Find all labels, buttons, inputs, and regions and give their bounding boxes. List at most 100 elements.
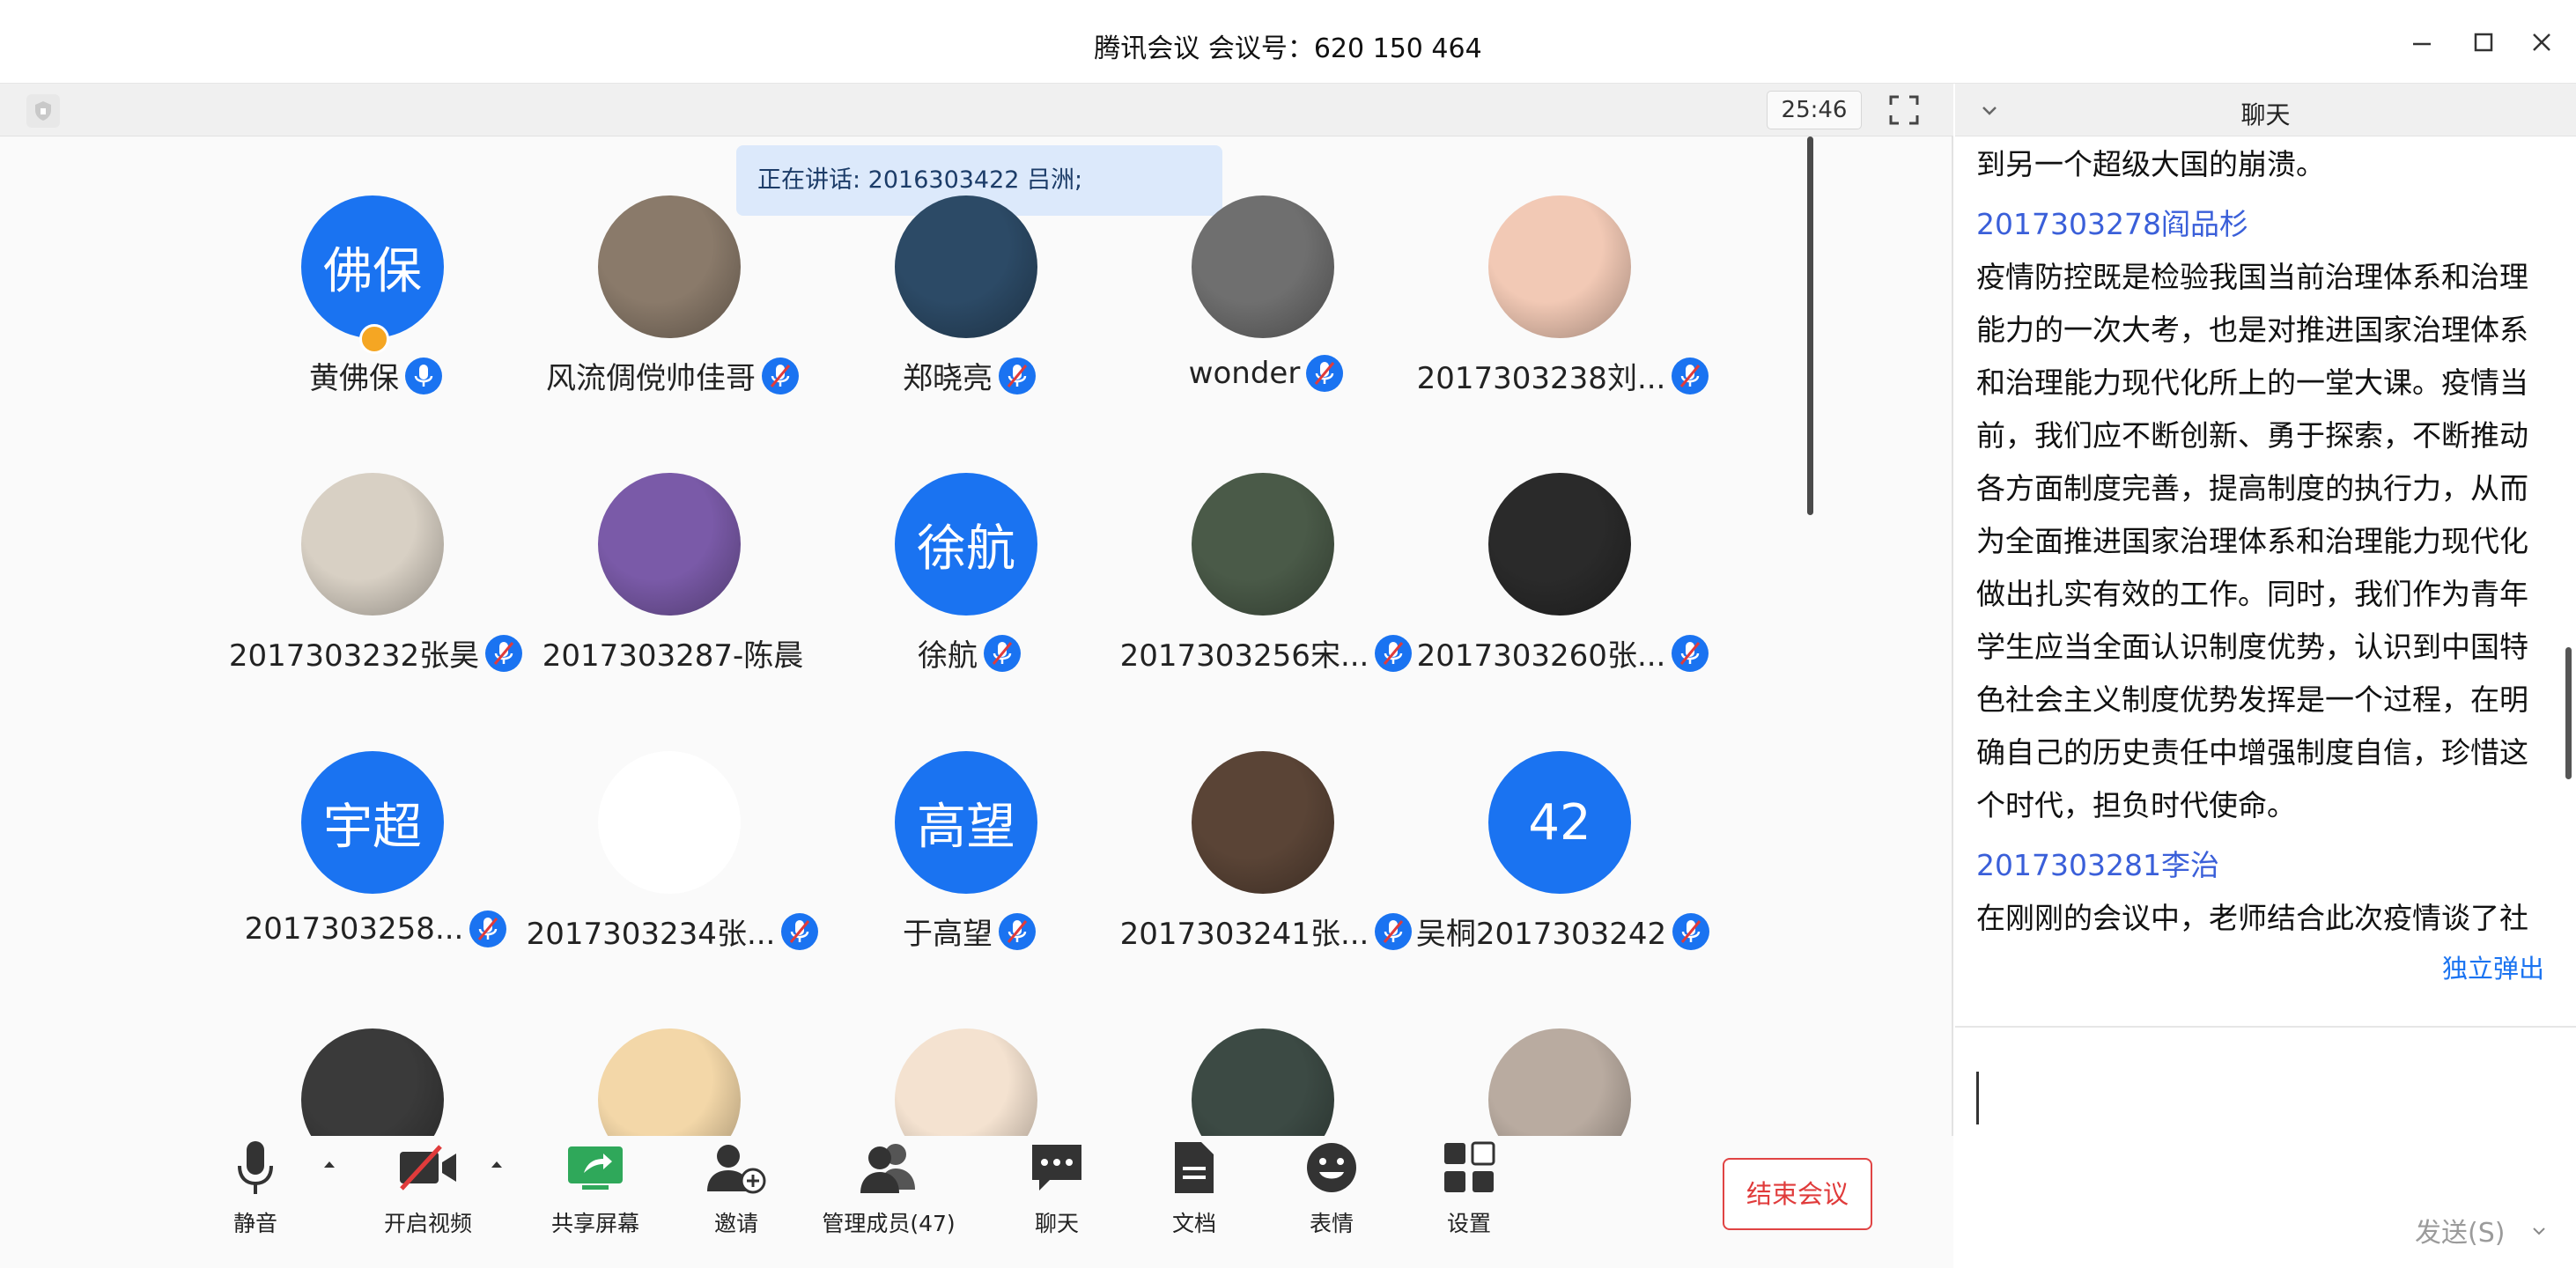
- participant-name-row: 吴桐2017303242: [1414, 910, 1712, 953]
- participant-name: 郑晓亮: [903, 361, 993, 396]
- participant-name: 2017303287-陈晨: [542, 638, 804, 674]
- security-shield-button[interactable]: [26, 94, 60, 128]
- chat-message-text: 和治理能力现代化所上的一堂大课。疫情当: [1976, 365, 2528, 400]
- participant-tile[interactable]: 2017303287-陈晨: [524, 473, 822, 737]
- mic-muted-icon: [1375, 634, 1413, 672]
- participant-tile[interactable]: 2017303234张...: [524, 751, 822, 1015]
- chat-header: 聊天: [1955, 84, 2576, 136]
- minimize-button[interactable]: [2395, 19, 2448, 65]
- manage-members-button[interactable]: 管理成员(47): [822, 1136, 956, 1238]
- participant-avatar: [598, 751, 741, 894]
- mic-muted-icon: [1672, 634, 1709, 672]
- participant-avatar: [1488, 473, 1631, 616]
- end-meeting-button[interactable]: 结束会议: [1723, 1158, 1872, 1230]
- members-icon: [860, 1144, 915, 1193]
- participant-name: 风流倜傥帅佳哥: [546, 361, 756, 396]
- participant-tile[interactable]: 42 吴桐2017303242: [1414, 751, 1712, 1015]
- participant-name-row: 2017303232张昊: [227, 631, 525, 675]
- participant-name: 于高望: [903, 917, 993, 952]
- settings-grid-icon: [1444, 1141, 1495, 1192]
- mic-muted-icon: [999, 912, 1036, 950]
- mic-muted-icon: [485, 634, 523, 672]
- chat-scrollbar[interactable]: [2565, 647, 2572, 779]
- participant-avatar: 佛保: [301, 195, 444, 338]
- avatar-initials: 宇超: [323, 798, 422, 856]
- participant-tile[interactable]: 2017303260张...: [1414, 473, 1712, 737]
- participant-tile[interactable]: 高望 于高望: [821, 751, 1118, 1015]
- participant-name-row: wonder: [1118, 354, 1415, 393]
- mic-muted-icon: [1672, 357, 1709, 394]
- mute-button[interactable]: 静音: [224, 1136, 287, 1238]
- participant-tile[interactable]: 郑晓亮: [821, 195, 1118, 460]
- participant-name-row: 2017303258...: [227, 910, 525, 948]
- participant-tile[interactable]: 徐航 徐航: [821, 473, 1118, 737]
- avatar-initials: 徐航: [917, 520, 1015, 578]
- chat-message-text: 各方面制度完善，提高制度的执行力，从而: [1976, 471, 2528, 505]
- chat-sender-name[interactable]: 2017303281李治: [1976, 839, 2549, 892]
- chat-sender-name[interactable]: 2017303278阎品杉: [1976, 198, 2549, 251]
- send-button[interactable]: 发送(S): [2415, 1211, 2505, 1250]
- participant-tile[interactable]: 2017303241张...: [1118, 751, 1415, 1015]
- video-options-caret-icon[interactable]: [486, 1154, 507, 1175]
- fullscreen-icon: [1889, 95, 1919, 125]
- participant-name-row: 徐航: [821, 631, 1118, 675]
- mute-options-caret-icon[interactable]: [319, 1154, 340, 1175]
- participant-tile[interactable]: 佛保黄佛保: [227, 195, 525, 460]
- mic-muted-icon: [1306, 355, 1344, 392]
- chat-divider: [1955, 1026, 2576, 1028]
- video-area: 25:46 正在讲话: 2016303422 吕洲; 佛保 黄佛保 风流倜傥帅佳哥郑…: [0, 84, 1953, 1268]
- share-screen-button[interactable]: 共享屏幕: [543, 1136, 648, 1238]
- chat-button[interactable]: 聊天: [1025, 1136, 1089, 1238]
- popout-chat-link[interactable]: 独立弹出: [2442, 948, 2544, 985]
- participant-name: wonder: [1188, 356, 1301, 391]
- grid-scrollbar[interactable]: [1807, 136, 1813, 515]
- microphone-icon: [238, 1141, 273, 1194]
- participant-tile[interactable]: 2017303256宋...: [1118, 473, 1415, 737]
- close-icon: [2533, 33, 2550, 51]
- participant-name-row: 风流倜傥帅佳哥: [524, 354, 822, 397]
- fullscreen-button[interactable]: [1883, 89, 1925, 131]
- mic-muted-icon: [762, 357, 799, 394]
- participant-tile[interactable]: 风流倜傥帅佳哥: [524, 195, 822, 460]
- participant-avatar: 宇超: [301, 751, 444, 894]
- title-bar: 腾讯会议 会议号：620 150 464: [0, 0, 2576, 84]
- participant-avatar: [1192, 473, 1334, 616]
- participant-name: 黄佛保: [309, 361, 399, 396]
- mic-on-icon: [405, 357, 442, 394]
- settings-label: 设置: [1446, 1211, 1491, 1236]
- chat-message-text: 个时代，担负时代使命。: [1976, 788, 2296, 822]
- participant-name-row: 于高望: [821, 910, 1118, 953]
- participant-tile[interactable]: 2017303238刘...: [1414, 195, 1712, 460]
- participant-avatar: 42: [1488, 751, 1631, 894]
- participant-tile[interactable]: 宇超 2017303258...: [227, 751, 525, 1015]
- invite-button[interactable]: 邀请: [705, 1136, 768, 1238]
- settings-button[interactable]: 设置: [1437, 1136, 1501, 1238]
- participant-avatar: [1192, 195, 1334, 338]
- maximize-button[interactable]: [2457, 19, 2510, 65]
- mic-muted-icon: [469, 910, 507, 947]
- participant-avatar: [598, 195, 741, 338]
- participant-name-row: 2017303287-陈晨: [524, 631, 822, 675]
- start-video-button[interactable]: 开启视频: [366, 1136, 490, 1238]
- mic-muted-icon: [999, 357, 1036, 394]
- share-screen-label: 共享屏幕: [550, 1211, 639, 1236]
- emoji-button[interactable]: 表情: [1300, 1136, 1363, 1238]
- mic-muted-icon: [1375, 912, 1413, 950]
- chat-label: 聊天: [1034, 1211, 1079, 1236]
- participant-name-row: 2017303256宋...: [1118, 631, 1415, 675]
- participant-name-row: 郑晓亮: [821, 354, 1118, 397]
- send-options-caret-icon[interactable]: [2529, 1221, 2549, 1241]
- chat-message-text: 疫情防控既是检验我国当前治理体系和治理: [1976, 260, 2528, 294]
- chat-panel: 聊天 到另一个超级大国的崩溃。 2017303278阎品杉 疫情防控既是检验我国当前…: [1955, 84, 2576, 1268]
- shield-icon: [35, 101, 51, 121]
- participant-name: 2017303260张...: [1416, 638, 1666, 674]
- participant-name-row: 2017303260张...: [1414, 631, 1712, 675]
- participant-tile[interactable]: 2017303232张昊: [227, 473, 525, 737]
- chat-message-text: 确自己的历史责任中增强制度自信，珍惜这: [1976, 735, 2528, 770]
- close-button[interactable]: [2515, 19, 2568, 65]
- minimize-icon: [2413, 42, 2431, 46]
- participant-avatar: [301, 473, 444, 616]
- participant-avatar: 徐航: [895, 473, 1037, 616]
- documents-button[interactable]: 文档: [1163, 1136, 1226, 1238]
- participant-tile[interactable]: wonder: [1118, 195, 1415, 460]
